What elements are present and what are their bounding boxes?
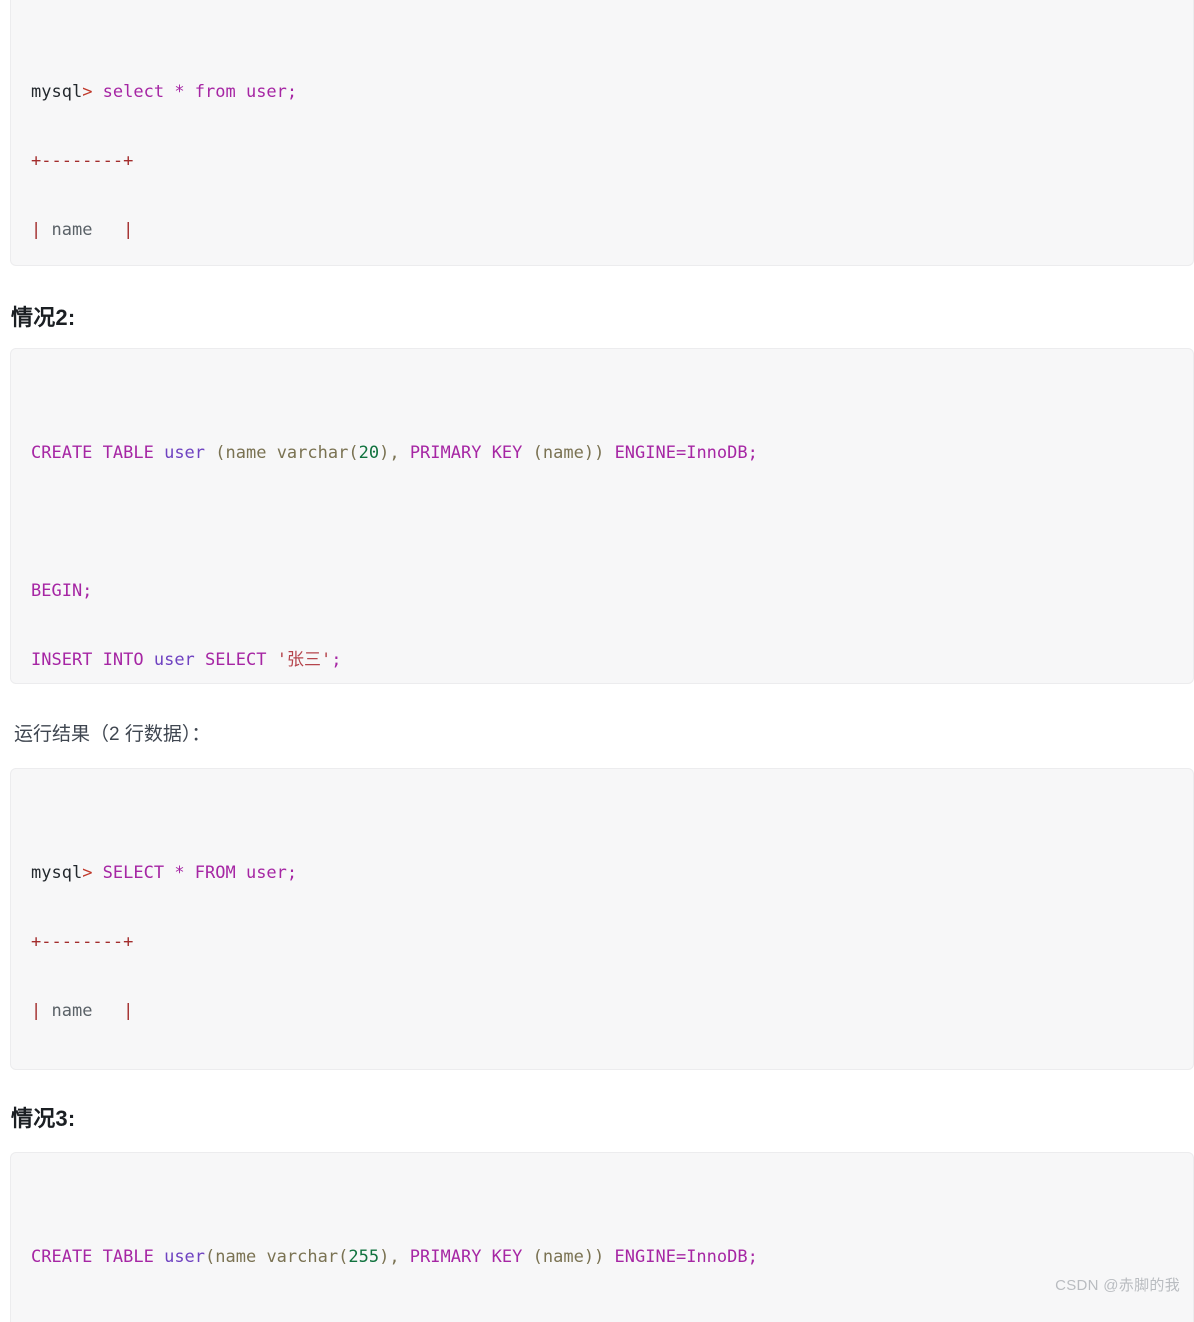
article-page: mysql> select * from user; +--------+ | … xyxy=(0,0,1194,1322)
code-token-olive: ( xyxy=(338,1247,349,1267)
code-token-cell: name xyxy=(51,220,93,240)
code-line: +--------+ xyxy=(31,1063,1173,1069)
code-token-cell: name xyxy=(51,1001,93,1021)
code-token-prompt: mysql xyxy=(31,863,83,883)
code-token-kw: CREATE TABLE xyxy=(31,443,154,463)
code-line: +--------+ xyxy=(31,925,1173,960)
code-token-pipe: | xyxy=(31,220,52,240)
code-line: INSERT INTO user SELECT '张三'; xyxy=(31,643,1173,678)
code-token-kw: select * from user; xyxy=(92,82,298,102)
code-line: BEGIN; xyxy=(31,574,1173,609)
code-token-pipe: | xyxy=(31,1001,52,1021)
code-token-olive: ) xyxy=(379,443,390,463)
code-block-result-2[interactable]: mysql> SELECT * FROM user; +--------+ | … xyxy=(10,768,1194,1070)
code-block-sql-case-3-content: CREATE TABLE user(name varchar(255), PRI… xyxy=(11,1222,1193,1322)
code-line: CREATE TABLE user (name varchar(20), PRI… xyxy=(31,436,1173,471)
code-token-olive: (name)) xyxy=(532,443,605,463)
code-line: mysql> SELECT * FROM user; xyxy=(31,856,1173,891)
code-block-sql-case-2-content: CREATE TABLE user (name varchar(20), PRI… xyxy=(11,418,1193,683)
code-token-olive: ( xyxy=(348,443,359,463)
code-token-num: 255 xyxy=(348,1247,380,1267)
code-token-kw: INSERT INTO xyxy=(31,650,144,670)
code-token-olive: , xyxy=(389,1247,410,1267)
code-block-sql-case-2[interactable]: CREATE TABLE user (name varchar(20), PRI… xyxy=(10,348,1194,684)
code-token-olive: ) xyxy=(379,1247,390,1267)
code-block-result-1[interactable]: mysql> select * from user; +--------+ | … xyxy=(10,0,1194,266)
code-token-olive: , xyxy=(389,443,410,463)
code-token-kw: ENGINE=InnoDB; xyxy=(614,1247,758,1267)
code-token-kw: PRIMARY KEY xyxy=(409,443,523,463)
code-block-result-2-content: mysql> SELECT * FROM user; +--------+ | … xyxy=(11,838,1193,1069)
code-token-prompt: mysql xyxy=(31,82,83,102)
code-block-result-1-content: mysql> select * from user; +--------+ | … xyxy=(11,57,1193,265)
code-token-kw: SELECT xyxy=(205,650,267,670)
code-token-pipe: | xyxy=(92,1001,134,1021)
code-token-gt: > xyxy=(82,82,93,102)
code-token-gt: > xyxy=(82,863,93,883)
code-line: | name | xyxy=(31,994,1173,1029)
code-token-kw: ENGINE=InnoDB; xyxy=(614,443,758,463)
code-token-name: user xyxy=(164,443,206,463)
code-token-kw: ; xyxy=(331,650,342,670)
code-token-str: '张三' xyxy=(276,650,332,670)
code-token-name: user xyxy=(164,1247,206,1267)
code-token-kw: SELECT * FROM user; xyxy=(92,863,298,883)
code-line: mysql> select * from user; xyxy=(31,75,1173,110)
code-token-num: 20 xyxy=(358,443,380,463)
heading-case-3: 情况3: xyxy=(11,1106,76,1131)
code-line: CREATE TABLE user(name varchar(255), PRI… xyxy=(31,1240,1173,1275)
code-block-sql-case-3[interactable]: CREATE TABLE user(name varchar(255), PRI… xyxy=(10,1152,1194,1322)
heading-case-2: 情况2: xyxy=(11,305,76,330)
code-token-pipe: | xyxy=(92,220,134,240)
code-line: +--------+ xyxy=(31,144,1173,179)
code-line: | name | xyxy=(31,213,1173,248)
csdn-watermark: CSDN @赤脚的我 xyxy=(1055,1277,1180,1294)
code-token-kw: PRIMARY KEY xyxy=(409,1247,523,1267)
code-token-rule: +--------+ xyxy=(31,151,134,171)
code-token-olive: (name)) xyxy=(532,1247,605,1267)
result-caption-case-2: 运行结果（2 行数据）： xyxy=(14,724,211,745)
code-token-kw: BEGIN; xyxy=(31,581,93,601)
code-token-name: user xyxy=(153,650,195,670)
code-token-kw: CREATE TABLE xyxy=(31,1247,154,1267)
code-token-olive: (name varchar xyxy=(215,443,349,463)
code-token-rule: +--------+ xyxy=(31,932,134,952)
code-token-olive: (name varchar xyxy=(205,1247,339,1267)
